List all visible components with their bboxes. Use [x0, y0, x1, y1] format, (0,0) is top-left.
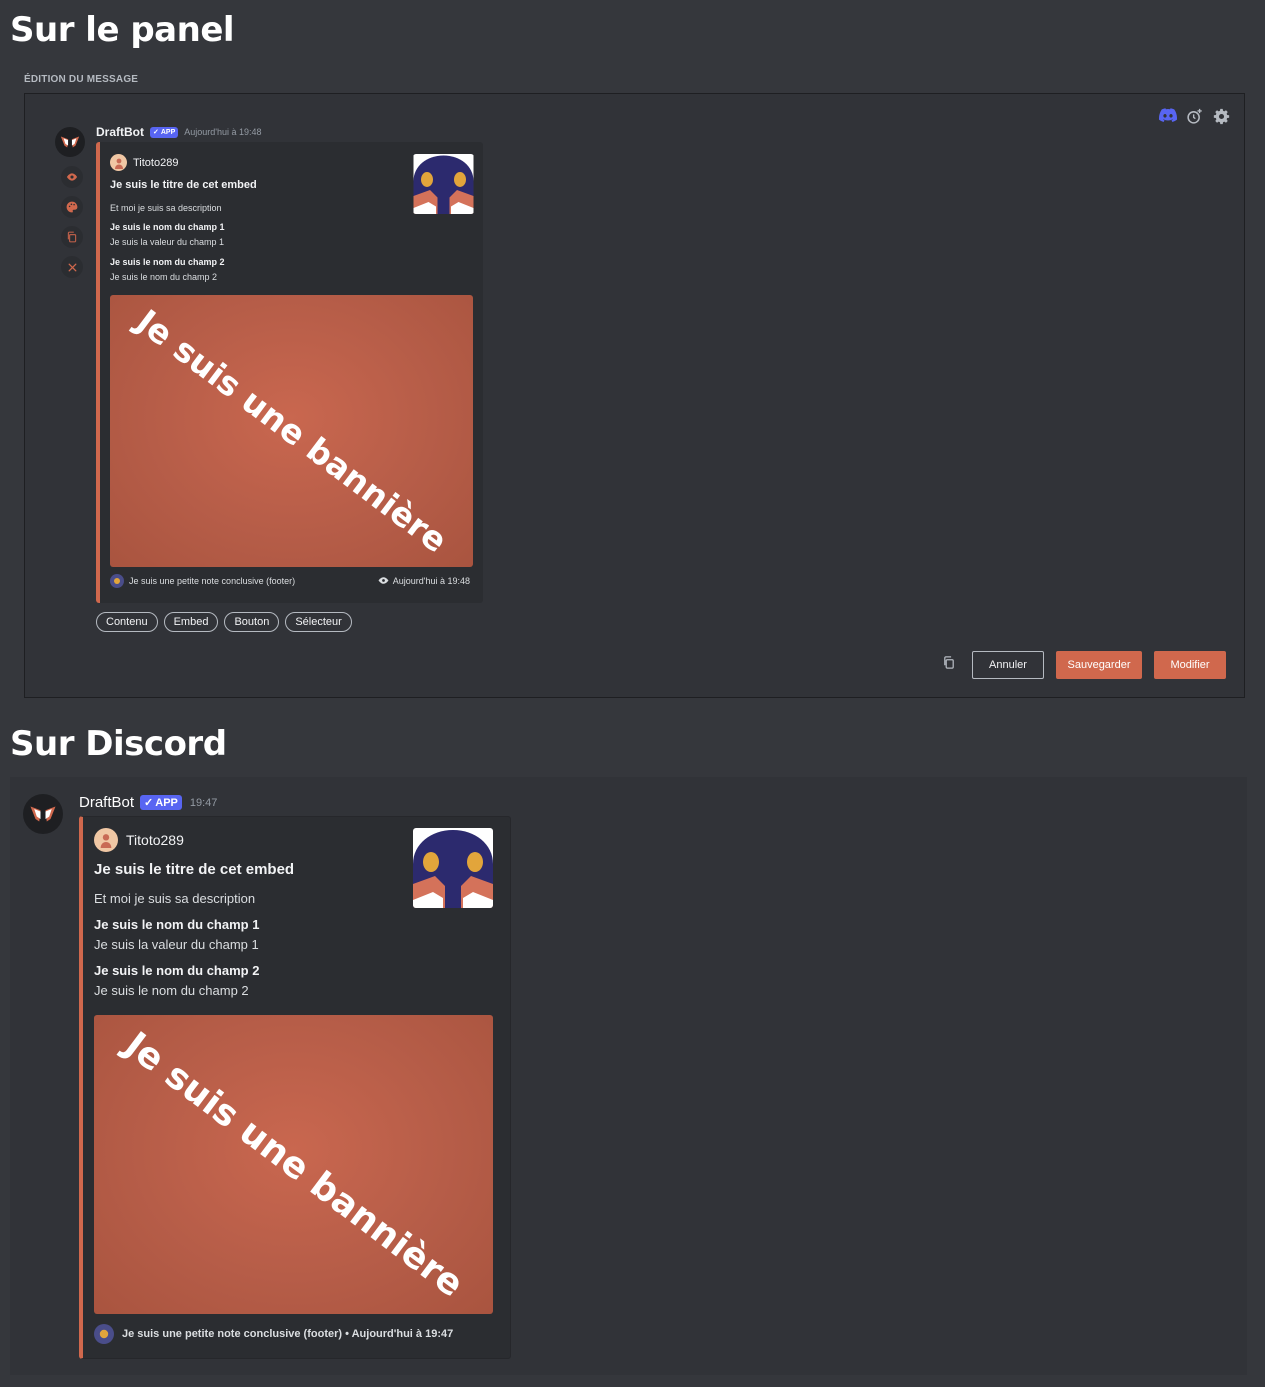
- cancel-button[interactable]: Annuler: [972, 651, 1044, 679]
- author-avatar: [94, 828, 118, 852]
- field-1-name: Je suis le nom du champ 1: [110, 222, 225, 232]
- footer-text: Je suis une petite note conclusive (foot…: [122, 1328, 454, 1340]
- heading-discord: Sur Discord: [10, 724, 227, 764]
- discord-message-preview: DraftBot ✓ APP 19:47 Titoto289 Je suis le…: [10, 777, 1247, 1375]
- message-side-actions: [61, 166, 83, 278]
- author-name[interactable]: Titoto289: [133, 157, 178, 169]
- embed-image: Je suis une bannière: [94, 1015, 493, 1314]
- close-icon[interactable]: [61, 256, 83, 278]
- author-avatar: [110, 154, 127, 171]
- message-header: DraftBot ✓ APP Aujourd'hui à 19:48: [96, 125, 262, 139]
- eye-icon[interactable]: [61, 166, 83, 188]
- heading-panel: Sur le panel: [10, 10, 235, 50]
- discord-icon[interactable]: [1159, 108, 1178, 125]
- embed-title[interactable]: Je suis le titre de cet embed: [110, 179, 257, 191]
- edit-section-label: ÉDITION DU MESSAGE: [24, 74, 139, 85]
- footer-icon: [110, 574, 124, 588]
- editor-tabs: Contenu Embed Bouton Sélecteur: [96, 612, 352, 632]
- tab-embed[interactable]: Embed: [163, 612, 219, 632]
- palette-icon[interactable]: [61, 196, 83, 218]
- app-badge: ✓ APP: [140, 795, 182, 810]
- app-badge: ✓ APP: [150, 126, 179, 138]
- message-timestamp: Aujourd'hui à 19:48: [184, 127, 262, 137]
- copy-icon[interactable]: [61, 226, 83, 248]
- tab-bouton[interactable]: Bouton: [224, 612, 280, 632]
- check-icon: ✓: [153, 129, 159, 136]
- field-2-name: Je suis le nom du champ 2: [94, 963, 260, 978]
- field-1-value: Je suis la valeur du champ 1: [110, 237, 225, 247]
- author-name[interactable]: Titoto289: [126, 832, 184, 848]
- embed-author: Titoto289: [110, 154, 178, 171]
- bot-name[interactable]: DraftBot: [96, 125, 144, 139]
- embed-footer: Je suis une petite note conclusive (foot…: [94, 1324, 453, 1344]
- embed-title[interactable]: Je suis le titre de cet embed: [94, 861, 294, 878]
- bot-name[interactable]: DraftBot: [79, 794, 134, 811]
- gear-icon[interactable]: [1213, 108, 1230, 125]
- bot-avatar: [55, 127, 85, 157]
- embed-preview: Titoto289 Je suis le titre de cet embed …: [96, 142, 483, 603]
- banner-text: Je suis une bannière: [128, 301, 455, 561]
- message-timestamp: 19:47: [189, 796, 218, 809]
- footer-icon: [94, 1324, 114, 1344]
- footer-text: Je suis une petite note conclusive (foot…: [129, 576, 296, 586]
- embed-thumbnail: [413, 828, 493, 908]
- editor-actions: Annuler Sauvegarder Modifier: [942, 651, 1226, 679]
- check-icon: ✓: [144, 797, 154, 809]
- banner-text: Je suis une bannière: [116, 1024, 471, 1305]
- embed: Titoto289 Je suis le titre de cet embed …: [79, 816, 511, 1359]
- bot-avatar: [23, 794, 63, 834]
- copy-icon[interactable]: [942, 655, 956, 675]
- embed-image: Je suis une bannière: [110, 295, 473, 567]
- embed-footer: Je suis une petite note conclusive (foot…: [110, 574, 473, 588]
- tab-contenu[interactable]: Contenu: [96, 612, 158, 632]
- footer-timestamp: Aujourd'hui à 19:48: [392, 576, 470, 586]
- edit-button[interactable]: Modifier: [1154, 651, 1226, 679]
- embed-author: Titoto289: [94, 828, 184, 852]
- app-badge-label: APP: [155, 796, 178, 809]
- embed-thumbnail: [413, 154, 474, 214]
- message-header: DraftBot ✓ APP 19:47: [79, 794, 217, 811]
- clock-plus-icon[interactable]: [1186, 108, 1203, 125]
- panel-toolbar: [1159, 108, 1230, 125]
- embed-description: Et moi je suis sa description: [94, 891, 256, 906]
- app-badge-label: APP: [160, 128, 176, 136]
- save-button[interactable]: Sauvegarder: [1056, 651, 1142, 679]
- field-2-name: Je suis le nom du champ 2: [110, 257, 225, 267]
- message-editor-panel: DraftBot ✓ APP Aujourd'hui à 19:48 Titoto…: [24, 93, 1245, 698]
- eye-icon: [378, 576, 389, 587]
- field-1-name: Je suis le nom du champ 1: [94, 917, 260, 932]
- tab-selecteur[interactable]: Sélecteur: [285, 612, 352, 632]
- field-1-value: Je suis la valeur du champ 1: [94, 937, 259, 952]
- field-2-value: Je suis le nom du champ 2: [94, 983, 249, 998]
- field-2-value: Je suis le nom du champ 2: [110, 272, 218, 282]
- embed-description: Et moi je suis sa description: [110, 203, 222, 213]
